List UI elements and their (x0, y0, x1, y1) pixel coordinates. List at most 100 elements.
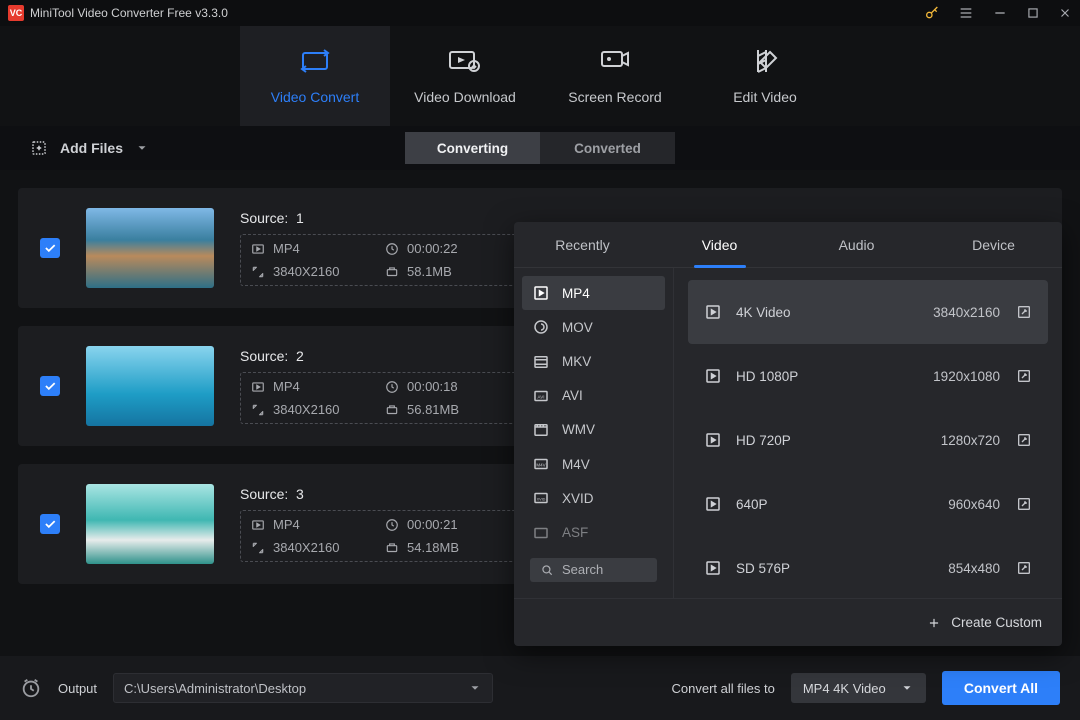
nav-label: Video Download (414, 89, 516, 105)
maximize-icon[interactable] (1026, 6, 1040, 20)
format-label: MKV (562, 354, 591, 369)
resolution-icon (251, 541, 265, 555)
format-label: M4V (562, 457, 590, 472)
search-placeholder: Search (562, 562, 603, 577)
format-item[interactable]: XVIDXVID (522, 481, 665, 515)
convert-icon (300, 47, 330, 75)
output-label: Output (58, 681, 97, 696)
resolution-icon (251, 403, 265, 417)
preset-item[interactable]: HD 1080P 1920x1080 (688, 344, 1048, 408)
duration: 00:00:21 (407, 517, 458, 532)
filesize-icon (385, 403, 399, 417)
video-format-icon (251, 380, 265, 394)
plus-icon (927, 616, 941, 630)
mkv-icon (532, 353, 550, 371)
create-custom-button[interactable]: Create Custom (951, 615, 1042, 630)
segment-converted[interactable]: Converted (540, 132, 675, 164)
format-item[interactable]: M4V M4V (522, 447, 665, 481)
format-label: WMV (562, 422, 595, 437)
preset-name: HD 720P (736, 433, 791, 448)
resolution: 3840X2160 (273, 264, 340, 279)
thumbnail (86, 346, 214, 426)
duration: 00:00:18 (407, 379, 458, 394)
format-search-input[interactable]: Search (530, 558, 657, 582)
thumbnail (86, 208, 214, 288)
tab-video-convert[interactable]: Video Convert (240, 26, 390, 126)
format-item[interactable]: MP4 (522, 276, 665, 310)
titlebar: VC MiniTool Video Converter Free v3.3.0 (0, 0, 1080, 26)
close-icon[interactable] (1058, 6, 1072, 20)
format-item[interactable]: ASF (522, 515, 665, 549)
video-file-icon (532, 284, 550, 302)
hamburger-icon[interactable] (958, 5, 974, 21)
play-file-icon (704, 367, 722, 385)
schedule-icon[interactable] (20, 677, 42, 699)
output-path: C:\Users\Administrator\Desktop (124, 681, 306, 696)
edit-preset-icon[interactable] (1016, 368, 1032, 384)
resolution: 3840X2160 (273, 402, 340, 417)
source-index: 2 (296, 348, 304, 364)
filesize-icon (385, 265, 399, 279)
edit-preset-icon[interactable] (1016, 496, 1032, 512)
chevron-down-icon (900, 681, 914, 695)
svg-text:M4V: M4V (536, 462, 545, 467)
format-item[interactable]: MKV (522, 344, 665, 378)
filesize: 54.18MB (407, 540, 459, 555)
segment-converting[interactable]: Converting (405, 132, 540, 164)
popover-tab-audio[interactable]: Audio (788, 222, 925, 267)
play-file-icon (704, 431, 722, 449)
format-label: MOV (562, 320, 593, 335)
add-files-button[interactable]: Add Files (30, 139, 149, 157)
tab-edit-video[interactable]: Edit Video (690, 26, 840, 126)
popover-tab-device[interactable]: Device (925, 222, 1062, 267)
top-nav: Video Convert Video Download Screen Reco… (0, 26, 1080, 126)
resolution: 3840X2160 (273, 540, 340, 555)
minimize-icon[interactable] (992, 5, 1008, 21)
svg-text:XVID: XVID (537, 498, 546, 502)
row-checkbox[interactable] (40, 238, 60, 258)
preset-item[interactable]: SD 576P 854x480 (688, 536, 1048, 598)
avi-icon: AVI (532, 387, 550, 405)
play-file-icon (704, 303, 722, 321)
preset-item[interactable]: HD 720P 1280x720 (688, 408, 1048, 472)
format: MP4 (273, 379, 300, 394)
row-checkbox[interactable] (40, 376, 60, 396)
convert-all-button[interactable]: Convert All (942, 671, 1060, 705)
key-icon[interactable] (924, 5, 940, 21)
resolution-icon (251, 265, 265, 279)
play-file-icon (704, 495, 722, 513)
format-item[interactable]: MOV (522, 310, 665, 344)
target-format: MP4 4K Video (803, 681, 886, 696)
clock-icon (385, 518, 399, 532)
sub-bar: Add Files Converting Converted (0, 126, 1080, 170)
format-popover: Recently Video Audio Device MP4 MOV MKV … (514, 222, 1062, 646)
chevron-down-icon[interactable] (135, 141, 149, 155)
format-item[interactable]: AVIAVI (522, 379, 665, 413)
popover-tab-recently[interactable]: Recently (514, 222, 651, 267)
download-icon (448, 47, 482, 75)
edit-preset-icon[interactable] (1016, 560, 1032, 576)
preset-name: HD 1080P (736, 369, 798, 384)
preset-resolution: 960x640 (948, 497, 1000, 512)
source-index: 3 (296, 486, 304, 502)
popover-tab-video[interactable]: Video (651, 222, 788, 267)
edit-preset-icon[interactable] (1016, 432, 1032, 448)
preset-item[interactable]: 640P 960x640 (688, 472, 1048, 536)
output-path-select[interactable]: C:\Users\Administrator\Desktop (113, 673, 493, 703)
record-icon (600, 47, 630, 75)
preset-item[interactable]: 4K Video 3840x2160 (688, 280, 1048, 344)
edit-preset-icon[interactable] (1016, 304, 1032, 320)
tab-video-download[interactable]: Video Download (390, 26, 540, 126)
tab-screen-record[interactable]: Screen Record (540, 26, 690, 126)
app-logo-icon: VC (8, 5, 24, 21)
row-checkbox[interactable] (40, 514, 60, 534)
target-format-select[interactable]: MP4 4K Video (791, 673, 926, 703)
source-label: Source: (240, 486, 288, 502)
edit-icon (752, 47, 778, 75)
video-format-icon (251, 242, 265, 256)
source-label: Source: (240, 210, 288, 226)
wmv-icon (532, 421, 550, 439)
format-item[interactable]: WMV (522, 413, 665, 447)
convert-all-to-label: Convert all files to (672, 681, 775, 696)
clock-icon (385, 380, 399, 394)
